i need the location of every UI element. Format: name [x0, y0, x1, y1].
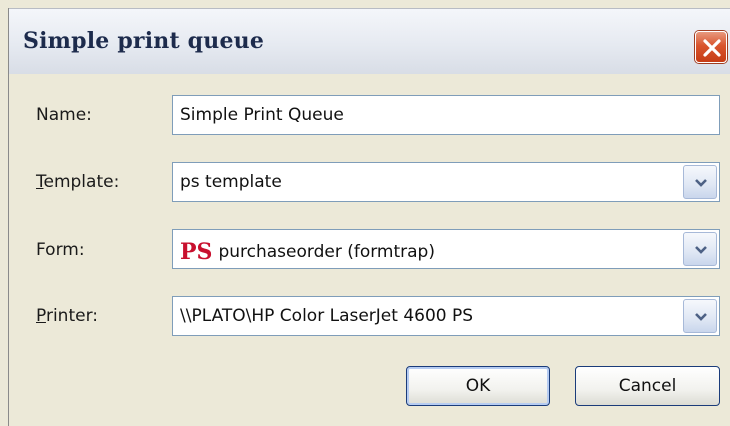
dialog-window: Simple print queue Name: Simple Print Qu…	[8, 8, 730, 426]
form-label: Form:	[36, 240, 85, 260]
template-select-value: ps template	[180, 172, 282, 192]
name-input-value: Simple Print Queue	[180, 105, 344, 125]
printer-label-text: rinter:	[45, 306, 98, 326]
template-dropdown-button[interactable]	[683, 165, 717, 199]
name-input[interactable]: Simple Print Queue	[172, 95, 720, 135]
form-dropdown-button[interactable]	[683, 232, 717, 266]
template-select[interactable]: ps template	[172, 162, 720, 202]
title-bar[interactable]: Simple print queue	[9, 8, 730, 74]
chevron-down-icon	[695, 313, 707, 321]
template-label-text: emplate:	[43, 172, 120, 192]
printer-label-mnemonic: P	[36, 306, 46, 326]
ok-button[interactable]: OK	[406, 366, 550, 406]
printer-select-value: \\PLATO\HP Color LaserJet 4600 PS	[180, 306, 474, 326]
name-label: Name:	[36, 105, 92, 125]
window-title: Simple print queue	[23, 28, 265, 54]
cancel-button[interactable]: Cancel	[575, 366, 720, 406]
template-label-mnemonic: T	[36, 172, 44, 192]
close-icon	[703, 39, 721, 57]
template-label: Template:	[36, 172, 119, 192]
printer-label: Printer:	[36, 306, 98, 326]
chevron-down-icon	[695, 179, 707, 187]
printer-select[interactable]: \\PLATO\HP Color LaserJet 4600 PS	[172, 296, 720, 336]
chevron-down-icon	[695, 246, 707, 254]
form-select[interactable]: PS purchaseorder (formtrap)	[172, 229, 720, 269]
form-select-value-wrap: PS purchaseorder (formtrap)	[180, 237, 435, 265]
printer-dropdown-button[interactable]	[683, 299, 717, 333]
ps-logo-icon: PS	[180, 239, 213, 265]
close-button[interactable]	[695, 31, 727, 63]
form-select-value: purchaseorder (formtrap)	[218, 242, 435, 262]
